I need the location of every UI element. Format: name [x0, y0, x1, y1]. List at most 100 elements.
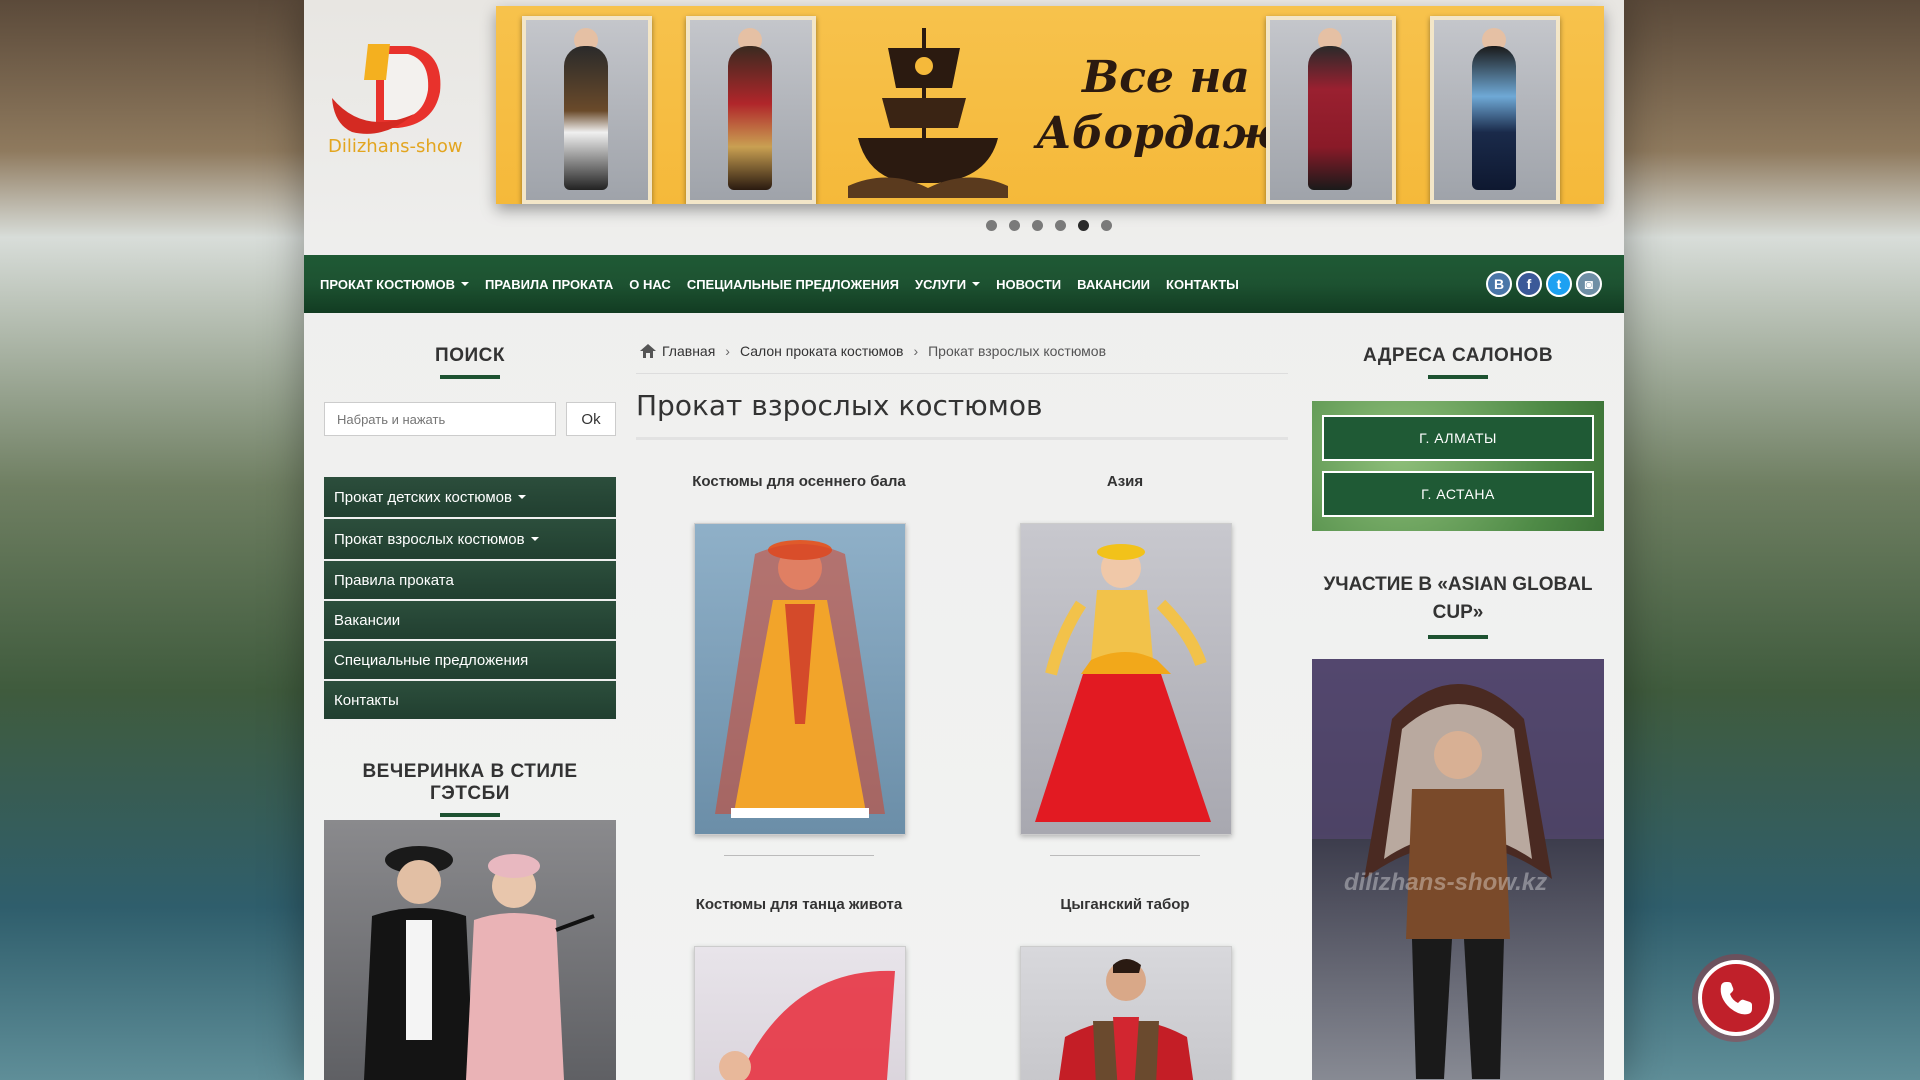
- side-menu-item[interactable]: Контакты: [324, 681, 616, 721]
- call-button[interactable]: [1698, 960, 1774, 1036]
- costume-photo: [522, 16, 652, 204]
- breadcrumb-home[interactable]: Главная: [662, 343, 715, 359]
- salon-addresses-box: Г. АЛМАТЫ Г. АСТАНА: [1312, 401, 1604, 531]
- card-image[interactable]: [1020, 523, 1232, 835]
- nav-item[interactable]: СПЕЦИАЛЬНЫЕ ПРЕДЛОЖЕНИЯ: [679, 277, 907, 292]
- search-input[interactable]: [324, 402, 556, 436]
- facebook-icon[interactable]: f: [1516, 271, 1542, 297]
- side-menu-item[interactable]: Прокат взрослых костюмов: [324, 519, 616, 561]
- belly-dance-costume-image: [719, 970, 895, 1080]
- card-divider: [724, 855, 874, 856]
- nav-item[interactable]: ПРАВИЛА ПРОКАТА: [477, 277, 621, 292]
- side-menu-label: Специальные предложения: [334, 651, 529, 669]
- side-menu-label: Прокат детских костюмов: [334, 488, 512, 506]
- search-form: Ok: [324, 402, 616, 436]
- side-menu-label: Прокат взрослых костюмов: [334, 530, 525, 548]
- category-card[interactable]: Костюмы для танца живота: [636, 896, 962, 1080]
- image-watermark: dilizhans-show.kz: [1344, 869, 1548, 896]
- breadcrumb-current: Прокат взрослых костюмов: [928, 343, 1107, 359]
- page-title: Прокат взрослых костюмов: [636, 389, 1043, 422]
- instagram-icon[interactable]: ◙: [1576, 271, 1602, 297]
- category-card[interactable]: Цыганский табор: [962, 896, 1288, 1080]
- card-title[interactable]: Цыганский табор: [962, 896, 1288, 913]
- breadcrumb-salon[interactable]: Салон проката костюмов: [740, 343, 903, 359]
- side-menu-label: Вакансии: [334, 611, 401, 629]
- card-title[interactable]: Азия: [962, 473, 1288, 490]
- site-page: Dilizhans-show Все на Абордаж! ПРОКАТ КО…: [304, 0, 1624, 1080]
- cup-section: УЧАСТИЕ В «ASIAN GLOBAL CUP»: [1312, 571, 1604, 639]
- category-card[interactable]: Костюмы для осеннего бала: [636, 473, 962, 856]
- gatsby-title: ВЕЧЕРИНКА В СТИЛЕ ГЭТСБИ: [362, 761, 578, 804]
- caret-down-icon: [530, 537, 539, 541]
- card-title[interactable]: Костюмы для осеннего бала: [636, 473, 962, 490]
- social-links: Bf t ◙: [1486, 271, 1602, 297]
- search-title: ПОИСК: [435, 345, 505, 366]
- nav-item[interactable]: УСЛУГИ: [907, 277, 988, 292]
- autumn-costume-image: [715, 540, 885, 818]
- costume-photo: [686, 16, 816, 204]
- nav-item[interactable]: ВАКАНСИИ: [1069, 277, 1158, 292]
- side-menu-item[interactable]: Правила проката: [324, 561, 616, 601]
- twitter-icon[interactable]: t: [1546, 271, 1572, 297]
- nav-item[interactable]: НОВОСТИ: [988, 277, 1069, 292]
- slider-dot[interactable]: [1078, 220, 1089, 231]
- slider-dot[interactable]: [986, 220, 997, 231]
- title-divider: [636, 437, 1288, 440]
- nav-item[interactable]: ПРОКАТ КОСТЮМОВ: [312, 277, 477, 292]
- city-button-astana[interactable]: Г. АСТАНА: [1322, 471, 1594, 517]
- title-underline: [440, 813, 500, 817]
- phone-icon: [1720, 982, 1752, 1015]
- side-menu-item[interactable]: Прокат детских костюмов: [324, 477, 616, 519]
- slider-dot[interactable]: [1055, 220, 1066, 231]
- card-image[interactable]: [694, 523, 906, 835]
- costume-photo: [1430, 16, 1560, 204]
- costume-photo: [1266, 16, 1396, 204]
- nav-item-label: НОВОСТИ: [996, 276, 1062, 292]
- card-divider: [1050, 855, 1200, 856]
- caret-down-icon: [460, 282, 469, 286]
- nav-item[interactable]: О НАС: [621, 277, 679, 292]
- logo-mark-icon: [332, 44, 441, 134]
- card-image[interactable]: [1020, 946, 1232, 1080]
- side-menu-item[interactable]: Специальные предложения: [324, 641, 616, 681]
- cup-image[interactable]: dilizhans-show.kz: [1312, 659, 1604, 1080]
- side-menu-label: Правила проката: [334, 571, 454, 589]
- city-button-almaty[interactable]: Г. АЛМАТЫ: [1322, 415, 1594, 461]
- search-button[interactable]: Ok: [566, 402, 616, 436]
- nav-item-label: ВАКАНСИИ: [1077, 276, 1151, 292]
- nav-item[interactable]: КОНТАКТЫ: [1158, 277, 1247, 292]
- nav-item-label: ПРОКАТ КОСТЮМОВ: [320, 276, 455, 292]
- pirate-ship-icon: [848, 28, 1008, 198]
- breadcrumb-divider: [636, 373, 1288, 374]
- card-title[interactable]: Костюмы для танца живота: [636, 896, 962, 913]
- nav-item-label: О НАС: [629, 276, 671, 292]
- gatsby-section: ВЕЧЕРИНКА В СТИЛЕ ГЭТСБИ: [324, 761, 616, 817]
- slider-dot[interactable]: [1032, 220, 1043, 231]
- title-underline: [1428, 375, 1488, 379]
- category-card[interactable]: Азия: [962, 473, 1288, 856]
- gatsby-party-image[interactable]: [324, 820, 616, 1080]
- main-nav: ПРОКАТ КОСТЮМОВ ПРАВИЛА ПРОКАТА О НАС СПЕЦИ…: [304, 255, 1624, 313]
- hero-banner[interactable]: Все на Абордаж!: [496, 6, 1604, 204]
- breadcrumb: Главная › Салон проката костюмов › Прока…: [640, 343, 1106, 359]
- side-menu: Прокат детских костюмов Прокат взрослых к…: [324, 477, 616, 721]
- nav-item-label: КОНТАКТЫ: [1166, 276, 1239, 292]
- title-underline: [440, 375, 500, 379]
- addresses-title: АДРЕСА САЛОНОВ: [1362, 345, 1554, 366]
- gypsy-costume-image: [1058, 959, 1194, 1080]
- caret-down-icon: [972, 282, 981, 286]
- home-icon[interactable]: [640, 344, 656, 358]
- slider-dot[interactable]: [1009, 220, 1020, 231]
- caret-down-icon: [517, 495, 526, 499]
- breadcrumb-separator: ›: [725, 343, 730, 359]
- site-logo[interactable]: Dilizhans-show: [324, 40, 464, 170]
- vk-icon[interactable]: B: [1486, 271, 1512, 297]
- card-image[interactable]: [694, 946, 906, 1080]
- slider-dots: [986, 220, 1112, 231]
- cup-title: УЧАСТИЕ В «ASIAN GLOBAL CUP»: [1323, 574, 1593, 623]
- slider-dot[interactable]: [1101, 220, 1112, 231]
- side-menu-label: Контакты: [334, 691, 399, 709]
- side-menu-item[interactable]: Вакансии: [324, 601, 616, 641]
- title-underline: [1428, 635, 1488, 639]
- asia-costume-image: [1035, 544, 1211, 822]
